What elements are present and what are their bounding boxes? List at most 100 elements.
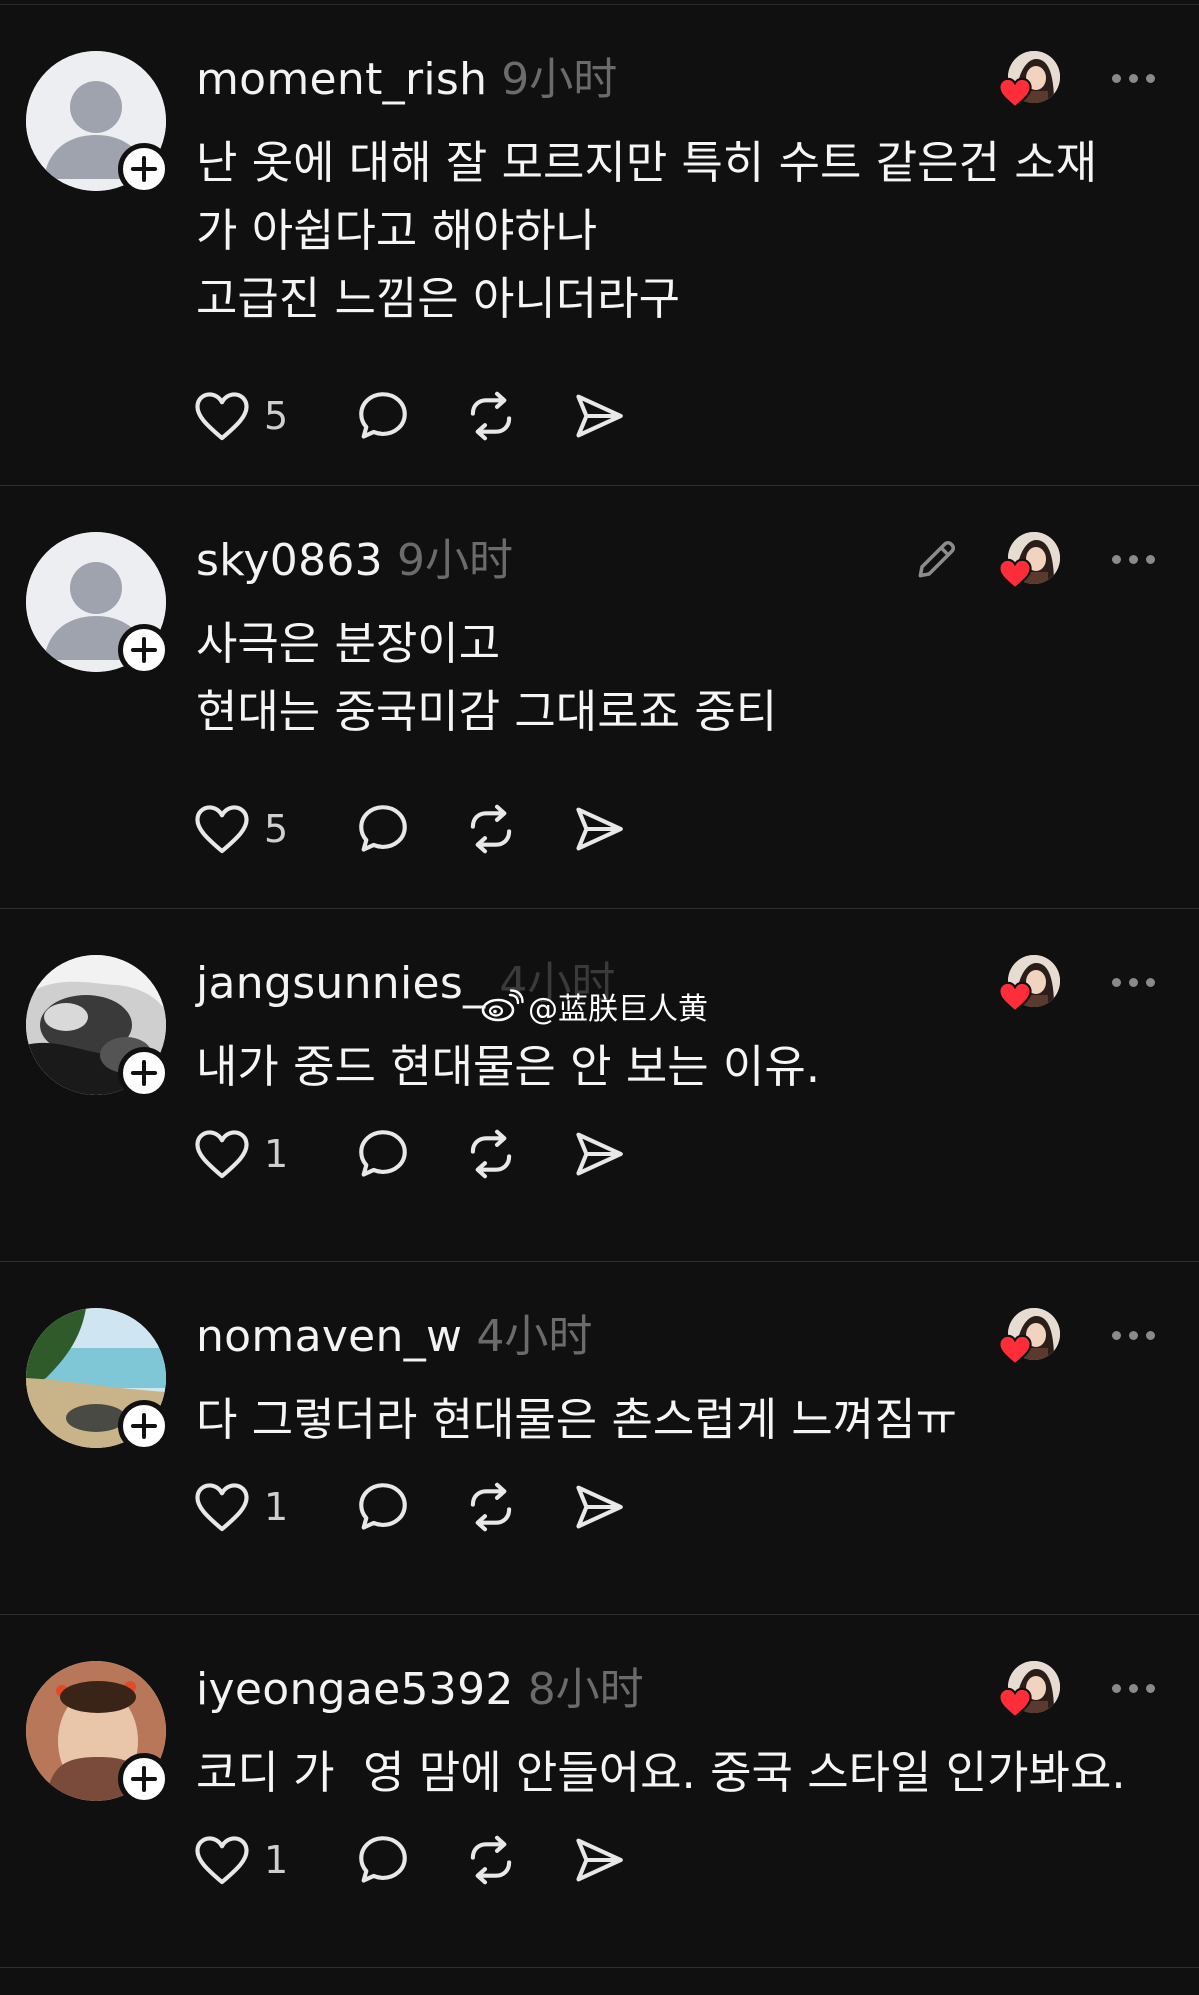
action-bar: 1 xyxy=(192,1478,628,1536)
username[interactable]: jangsunnies_ xyxy=(196,958,485,1009)
like-button[interactable]: 1 xyxy=(192,1833,304,1887)
post-text: 코디 가 영 맘에 안들어요. 중국 스타일 인가봐요. xyxy=(196,1746,1126,1799)
follow-plus-icon[interactable] xyxy=(118,1753,170,1805)
repost-icon xyxy=(470,1835,512,1885)
share-button[interactable] xyxy=(570,1125,628,1183)
more-options-icon[interactable] xyxy=(1108,73,1159,83)
comment-bubble-icon xyxy=(359,1483,407,1530)
repost-button[interactable] xyxy=(462,1125,520,1183)
timestamp: 9小时 xyxy=(396,535,513,586)
username[interactable]: sky0863 xyxy=(196,535,383,586)
watermark-text: @蓝朕巨人黄 xyxy=(528,992,708,1027)
creator-liked-indicator xyxy=(998,1661,1060,1719)
heart-icon xyxy=(195,392,249,441)
more-options-icon[interactable] xyxy=(1108,1330,1159,1340)
action-bar: 5 xyxy=(192,387,628,445)
post-right-icons xyxy=(998,1661,1159,1719)
share-button[interactable] xyxy=(570,1831,628,1889)
like-count: 1 xyxy=(264,1838,289,1882)
follow-plus-icon[interactable] xyxy=(118,143,170,195)
heart-icon xyxy=(195,1483,249,1532)
like-count: 1 xyxy=(264,1132,289,1176)
send-icon xyxy=(576,1485,623,1529)
like-button[interactable]: 5 xyxy=(192,389,304,443)
creator-liked-indicator xyxy=(998,1308,1060,1366)
comment-bubble-icon xyxy=(359,392,407,439)
repost-icon xyxy=(470,1129,512,1179)
reply-button[interactable] xyxy=(354,1478,412,1536)
avatar-container[interactable] xyxy=(26,532,170,676)
post-3: jangsunnies_ 4小时 내가 중드 현대물은 안 보는 이유. 1 xyxy=(0,909,1199,1262)
follow-plus-icon[interactable] xyxy=(118,624,170,676)
share-button[interactable] xyxy=(570,387,628,445)
creator-liked-indicator xyxy=(998,532,1060,590)
share-button[interactable] xyxy=(570,800,628,858)
weibo-watermark: @蓝朕巨人黄 xyxy=(480,984,708,1028)
creator-liked-indicator xyxy=(998,955,1060,1013)
timestamp: 9小时 xyxy=(501,54,618,105)
repost-button[interactable] xyxy=(462,387,520,445)
avatar-container[interactable] xyxy=(26,51,170,195)
repost-button[interactable] xyxy=(462,1478,520,1536)
action-bar: 1 xyxy=(192,1831,628,1889)
reply-button[interactable] xyxy=(354,1125,412,1183)
like-button[interactable]: 1 xyxy=(192,1127,304,1181)
like-count: 1 xyxy=(264,1485,289,1529)
username[interactable]: moment_rish xyxy=(196,54,487,105)
post-4: nomaven_w 4小时 다 그렇더라 현대물은 촌스럽게 느껴짐ㅠ 1 xyxy=(0,1262,1199,1615)
creator-liked-indicator xyxy=(998,51,1060,109)
username[interactable]: iyeongae5392 xyxy=(196,1664,514,1715)
like-count: 5 xyxy=(264,807,289,851)
post-1: moment_rish 9小时 난 옷에 대해 잘 모르지만 특히 수트 같은건… xyxy=(0,5,1199,486)
post-2: sky0863 9小时 사극은 분장이고 현대는 중국미감 그대로죠 중티 5 xyxy=(0,486,1199,909)
follow-plus-icon[interactable] xyxy=(118,1047,170,1099)
like-button[interactable]: 5 xyxy=(192,802,304,856)
post-header: moment_rish 9小时 xyxy=(196,43,617,107)
heart-icon xyxy=(195,1836,249,1885)
reply-button[interactable] xyxy=(354,387,412,445)
comment-bubble-icon xyxy=(359,1130,407,1177)
repost-icon xyxy=(470,804,512,854)
heart-filled-icon xyxy=(998,1334,1032,1366)
post-right-icons xyxy=(998,955,1159,1013)
avatar-container[interactable] xyxy=(26,955,170,1099)
post-text: 사극은 분장이고 현대는 중국미감 그대로죠 중티 xyxy=(196,617,778,738)
follow-plus-icon[interactable] xyxy=(118,1400,170,1452)
post-right-icons xyxy=(998,1308,1159,1366)
like-button[interactable]: 1 xyxy=(192,1480,304,1534)
share-button[interactable] xyxy=(570,1478,628,1536)
repost-icon xyxy=(470,1482,512,1532)
heart-filled-icon xyxy=(998,1687,1032,1719)
username[interactable]: nomaven_w xyxy=(196,1311,462,1362)
post-right-icons xyxy=(998,51,1159,109)
reply-button[interactable] xyxy=(354,1831,412,1889)
timestamp: 4小时 xyxy=(476,1311,593,1362)
send-icon xyxy=(576,1838,623,1882)
comment-bubble-icon xyxy=(359,1836,407,1883)
action-bar: 1 xyxy=(192,1125,628,1183)
send-icon xyxy=(576,807,623,851)
heart-icon xyxy=(195,805,249,854)
timestamp: 8小时 xyxy=(527,1664,644,1715)
avatar-container[interactable] xyxy=(26,1308,170,1452)
heart-filled-icon xyxy=(998,77,1032,109)
repost-button[interactable] xyxy=(462,800,520,858)
more-options-icon[interactable] xyxy=(1108,977,1159,987)
reply-button[interactable] xyxy=(354,800,412,858)
post-right-icons xyxy=(912,532,1159,590)
heart-filled-icon xyxy=(998,558,1032,590)
send-icon xyxy=(576,1132,623,1176)
post-text: 난 옷에 대해 잘 모르지만 특히 수트 같은건 소재 가 아쉽다고 해야하나 … xyxy=(196,136,1098,325)
avatar-container[interactable] xyxy=(26,1661,170,1805)
post-header: sky0863 9小时 xyxy=(196,524,513,588)
heart-filled-icon xyxy=(998,981,1032,1013)
post-text: 내가 중드 현대물은 안 보는 이유. xyxy=(196,1040,821,1093)
action-bar: 5 xyxy=(192,800,628,858)
more-options-icon[interactable] xyxy=(1108,1683,1159,1693)
repost-button[interactable] xyxy=(462,1831,520,1889)
comment-bubble-icon xyxy=(359,805,407,852)
send-icon xyxy=(576,394,623,438)
more-options-icon[interactable] xyxy=(1108,554,1159,564)
heart-icon xyxy=(195,1130,249,1179)
pencil-edit-icon[interactable] xyxy=(912,534,962,584)
